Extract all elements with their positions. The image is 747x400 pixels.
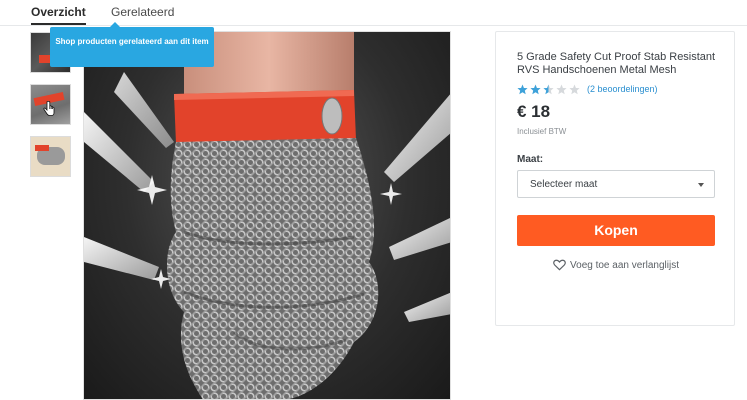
star-full-icon bbox=[517, 84, 528, 94]
vat-note: Inclusief BTW bbox=[517, 127, 567, 136]
product-price: € 18 bbox=[517, 102, 551, 121]
thumbnail-2[interactable] bbox=[30, 84, 71, 125]
wishlist-button[interactable]: Voeg toe aan verlanglijst bbox=[517, 259, 715, 271]
thumbnail-3[interactable] bbox=[30, 136, 71, 177]
hand-cursor-icon bbox=[43, 101, 55, 116]
glove-illustration bbox=[84, 32, 450, 399]
tab-overview[interactable]: Overzicht bbox=[31, 5, 86, 25]
star-full-icon bbox=[530, 84, 541, 94]
heart-icon bbox=[553, 259, 566, 271]
size-select[interactable]: Selecteer maat bbox=[517, 170, 715, 198]
product-panel: 5 Grade Safety Cut Proof Stab Resistant … bbox=[495, 31, 735, 326]
star-empty-icon bbox=[556, 84, 567, 94]
size-label: Maat: bbox=[517, 154, 544, 165]
tab-related[interactable]: Gerelateerd bbox=[111, 5, 174, 25]
product-title: 5 Grade Safety Cut Proof Stab Resistant … bbox=[517, 51, 716, 76]
related-tooltip: Shop producten gerelateerd aan dit item bbox=[50, 22, 214, 67]
chevron-down-icon bbox=[698, 183, 704, 187]
star-half-icon bbox=[543, 84, 554, 94]
product-rating: (2 beoordelingen) bbox=[517, 83, 714, 95]
review-count-link[interactable]: (2 beoordelingen) bbox=[587, 84, 658, 94]
size-select-value: Selecteer maat bbox=[530, 179, 598, 190]
wishlist-label: Voeg toe aan verlanglijst bbox=[570, 259, 679, 271]
main-product-image[interactable] bbox=[83, 31, 451, 400]
star-empty-icon bbox=[569, 84, 580, 94]
buy-button[interactable]: Kopen bbox=[517, 215, 715, 246]
thumbnail-band bbox=[35, 145, 49, 151]
